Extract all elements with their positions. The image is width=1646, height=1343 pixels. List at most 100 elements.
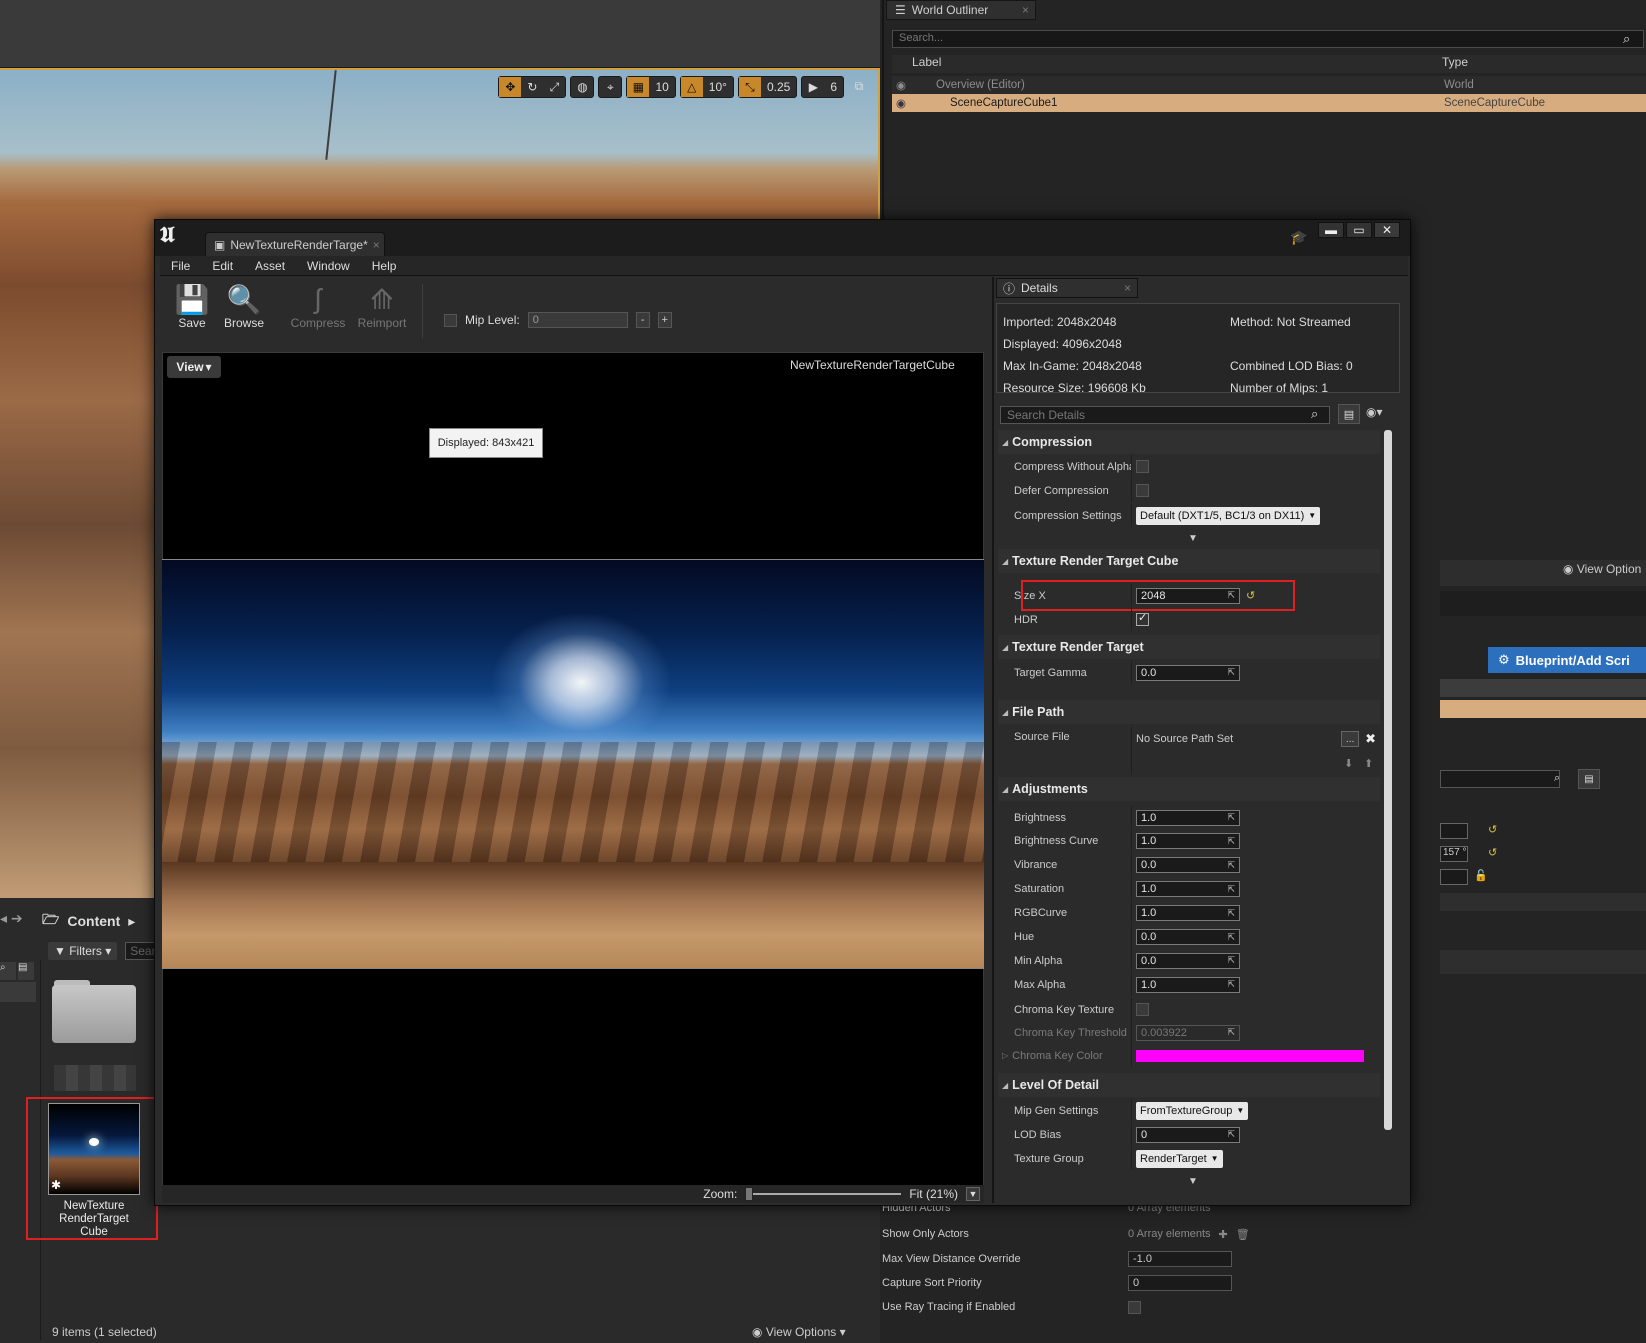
world-outliner-tab[interactable]: ☰ World Outliner × [886,0,1036,20]
hdr-checkbox[interactable] [1136,611,1149,626]
source-selected-item[interactable] [0,982,36,1002]
mip-increment-button[interactable]: + [657,312,672,328]
mip-decrement-button[interactable]: - [635,312,650,328]
minimize-icon[interactable]: ▬ [1318,222,1344,238]
adjustment-field[interactable]: 1.0 ⇱ [1136,833,1240,850]
adjustment-field[interactable]: 0.0 ⇱ [1136,952,1240,969]
grid-snap-value[interactable]: 10 [649,80,674,94]
zoom-slider-thumb[interactable] [745,1187,754,1201]
render-target-cube-thumbnail[interactable]: ✱ [48,1103,140,1195]
filters-button[interactable]: ▼ Filters ▾ [48,942,118,960]
blueprint-add-script-button[interactable]: ⚙ Blueprint/Add Scri [1488,647,1646,673]
category-adjustments[interactable]: Adjustments [998,777,1380,801]
details-scrollbar[interactable] [1384,430,1392,1130]
visibility-eye-icon[interactable]: ◉ [892,78,914,92]
outliner-col-label[interactable]: Label [892,55,1432,73]
search-icon[interactable]: ⌕ [1311,406,1318,422]
adjustment-field[interactable]: 1.0 ⇱ [1136,809,1240,826]
close-icon[interactable]: ✕ [1374,222,1400,238]
outliner-row-selected[interactable]: ◉ SceneCaptureCube1 SceneCaptureCube [892,94,1646,112]
expand-triangle-icon[interactable]: ▷ [1002,1051,1008,1060]
chroma-key-texture-checkbox[interactable] [1136,1003,1149,1016]
category-compression[interactable]: Compression [998,430,1380,454]
reset-arrow-icon[interactable]: ↺ [1488,823,1497,836]
add-icon[interactable]: ✚ [1219,1228,1228,1241]
lod-bias-field[interactable]: 0 ⇱ [1136,1126,1240,1143]
grid-snap-icon[interactable]: ▦ [627,77,650,97]
category-level-of-detail[interactable]: Level Of Detail [998,1073,1380,1097]
menu-file[interactable]: File [160,259,201,273]
category-texture-render-target[interactable]: Texture Render Target [998,635,1380,659]
compression-settings-dropdown[interactable]: Default (DXT1/5, BC1/3 on DX11) [1136,506,1321,525]
capture-sort-priority-field[interactable]: 0 [1128,1275,1232,1291]
search-icon[interactable]: ⌕ [1554,772,1560,785]
category-texture-render-target-cube[interactable]: Texture Render Target Cube [998,549,1380,573]
chroma-key-threshold-field[interactable]: 0.003922 ⇱ [1136,1024,1240,1041]
camera-speed-value[interactable]: 6 [824,80,843,94]
adjustment-field[interactable]: 1.0 ⇱ [1136,905,1240,922]
scale-snap-icon[interactable]: ⤡ [738,77,761,97]
rotation-snap-value[interactable]: 10° [703,80,733,94]
maximize-viewport-icon[interactable]: ⧉ [848,76,870,96]
lock-icon[interactable]: 🔓 [1474,869,1488,882]
surface-snap-icon[interactable]: ⌖ [599,77,621,97]
rotation-snap-icon[interactable]: △ [680,77,703,97]
defer-compression-checkbox[interactable] [1136,484,1149,497]
visibility-filter-icon[interactable]: ◉▾ [1366,405,1383,419]
outliner-col-type[interactable]: Type [1432,55,1468,73]
content-view-options[interactable]: ◉ View Options ▾ [752,1325,846,1339]
texture-editor-tab[interactable]: ▣ NewTextureRenderTarge* × [205,232,385,256]
arrow-down-icon[interactable]: ⬇ [1344,757,1353,770]
reimport-button[interactable]: ⟰ Reimport [354,282,410,340]
chroma-key-color-swatch[interactable] [1136,1049,1364,1062]
details-tab[interactable]: ⓘ Details × [996,278,1138,298]
save-button[interactable]: 💾 Save [164,282,220,340]
content-breadcrumb[interactable]: 🗁 Content ▸ [0,908,135,934]
camera-speed-icon[interactable]: ▶ [802,77,824,97]
close-icon[interactable]: × [1124,281,1131,295]
texture-group-dropdown[interactable]: RenderTarget [1136,1149,1223,1168]
adjustment-field[interactable]: 0.0 ⇱ [1136,929,1240,945]
compress-without-alpha-checkbox[interactable] [1136,460,1149,473]
scale-snap-value[interactable]: 0.25 [761,80,796,94]
source-file-browse-button[interactable]: ... [1341,731,1360,747]
reset-arrow-icon[interactable]: ↺ [1488,846,1497,859]
scale-icon[interactable]: ⤢ [543,77,565,97]
adjustment-field[interactable]: 0.0 ⇱ [1136,857,1240,874]
max-view-distance-field[interactable]: -1.0 [1128,1251,1232,1267]
outliner-search-input[interactable]: Search... [892,30,1644,48]
search-icon[interactable]: ⌕ [1623,31,1630,47]
menu-edit[interactable]: Edit [201,259,244,273]
close-icon[interactable]: × [373,238,380,252]
arrow-up-icon[interactable]: ⬆ [1364,757,1373,770]
zoom-dropdown-icon[interactable]: ▼ [966,1187,980,1201]
close-icon[interactable]: × [1022,3,1029,17]
visibility-eye-icon[interactable]: ◉ [892,96,914,110]
list-view-icon[interactable]: ▤ [18,962,34,980]
mip-level-checkbox[interactable] [444,313,457,327]
adjustment-field[interactable]: 1.0 ⇱ [1136,976,1240,993]
browse-button[interactable]: 🔍 Browse [216,282,272,340]
menu-window[interactable]: Window [296,259,361,273]
list-view-icon[interactable]: ▤ [1578,769,1600,789]
world-globe-icon[interactable]: ◍ [571,77,593,97]
maximize-icon[interactable]: ▭ [1346,222,1372,238]
right-selected-row[interactable] [1440,700,1646,718]
right-num-field[interactable] [1440,823,1468,839]
adjustment-field[interactable]: 1.0 ⇱ [1136,881,1240,898]
mip-level-field[interactable]: 0 [527,312,628,328]
tutorial-mortarboard-icon[interactable]: 🎓 [1290,229,1307,246]
trash-icon[interactable]: 🗑 [1236,1228,1250,1241]
category-file-path[interactable]: File Path [998,700,1380,724]
view-menu-button[interactable]: View ▾ [167,356,221,378]
ray-tracing-checkbox[interactable] [1128,1300,1141,1314]
zoom-slider[interactable] [745,1187,902,1201]
view-options-right[interactable]: ◉ View Option [1563,562,1641,576]
property-matrix-icon[interactable]: ▤ [1338,404,1360,424]
target-gamma-field[interactable]: 0.0 ⇱ [1136,664,1240,681]
right-num-field[interactable]: 157 ° [1440,846,1468,862]
advanced-expand-icon[interactable]: ▼ [1188,1176,1198,1187]
mip-gen-settings-dropdown[interactable]: FromTextureGroup [1136,1101,1249,1120]
right-search-input[interactable] [1440,770,1560,788]
right-num-field[interactable] [1440,869,1468,885]
